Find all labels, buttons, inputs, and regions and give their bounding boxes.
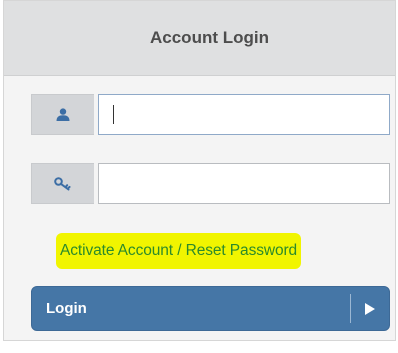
login-button[interactable]: Login	[31, 286, 390, 331]
activate-reset-highlight: Activate Account / Reset Password	[56, 233, 302, 269]
username-row	[31, 94, 390, 135]
key-icon	[54, 176, 71, 190]
username-icon-box	[31, 94, 94, 135]
activate-reset-link[interactable]: Activate Account / Reset Password	[60, 242, 297, 260]
password-row	[31, 163, 390, 204]
text-caret	[113, 105, 114, 124]
password-input[interactable]	[98, 163, 390, 204]
play-arrow-icon	[365, 302, 375, 315]
account-login-panel: Account Login Activate Account / Reset P…	[3, 0, 396, 341]
login-button-label: Login	[46, 300, 87, 317]
user-icon	[56, 108, 70, 121]
username-input[interactable]	[98, 94, 390, 135]
password-icon-box	[31, 163, 94, 204]
login-arrow-box	[351, 302, 389, 315]
panel-header: Account Login	[4, 1, 395, 76]
panel-title: Account Login	[150, 28, 269, 47]
